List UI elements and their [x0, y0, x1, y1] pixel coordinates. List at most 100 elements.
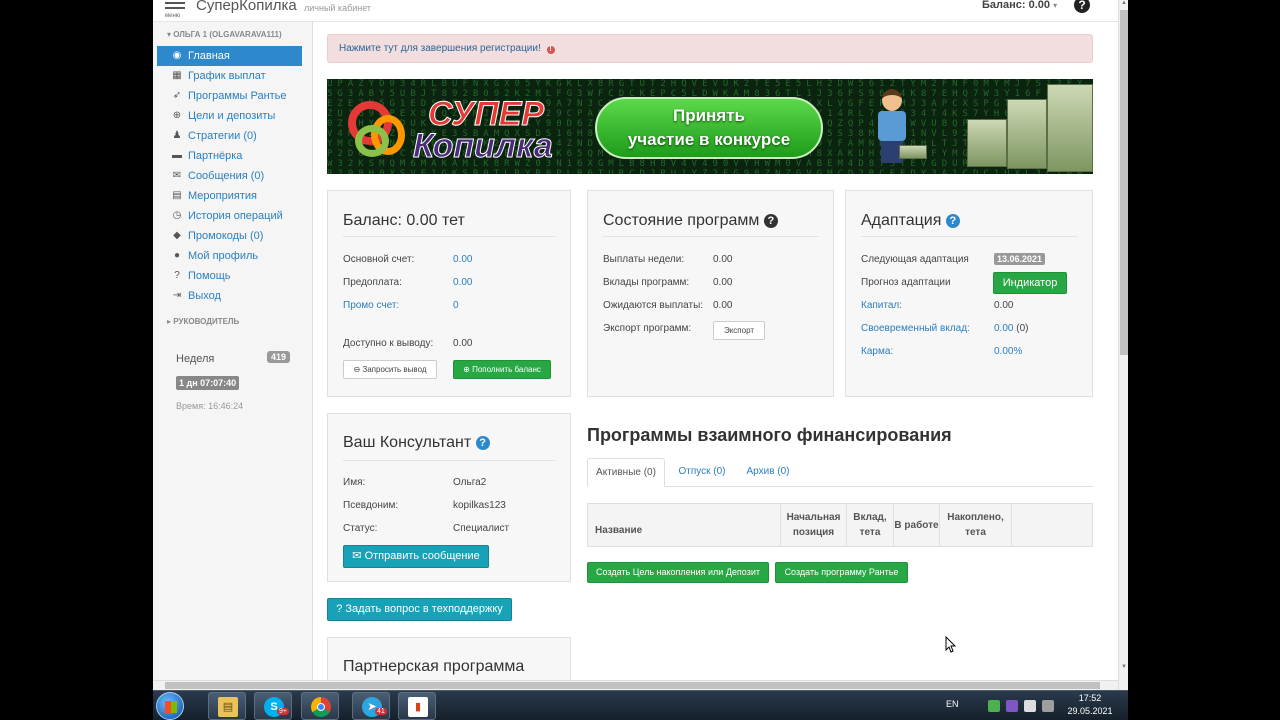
sidebar-item[interactable]: ✉ Сообщения (0) — [157, 166, 302, 186]
scroll-down-arrow-icon[interactable]: ▼ — [1121, 664, 1127, 670]
brand-title[interactable]: СуперКопилка — [196, 0, 297, 14]
sidebar-item[interactable]: ● Мой профиль — [157, 246, 302, 266]
consultant-title-text: Ваш Консультант — [343, 434, 472, 451]
forecast-label: Прогноз адаптации — [861, 277, 951, 288]
menu-button[interactable]: меню — [163, 1, 187, 21]
start-button[interactable] — [156, 692, 184, 720]
karma-link[interactable]: Карма: — [861, 346, 893, 357]
promo-banner[interactable]: UPAZYD034RLBUFNXGX05YKGKLX8RGTUT2HQVEVUK… — [327, 79, 1093, 174]
question-circle-icon[interactable]: ? — [763, 214, 778, 228]
sidebar-item[interactable]: ▦ График выплат — [157, 66, 302, 86]
export-button[interactable]: Экспорт — [713, 321, 765, 340]
promo-account-value[interactable]: 0 — [453, 300, 459, 311]
column-header-accumulated: Накоплено, тета — [940, 504, 1012, 546]
taskbar-chrome[interactable] — [301, 692, 339, 720]
money-stack-icon — [899, 145, 927, 159]
indicator-button[interactable]: Индикатор — [993, 272, 1067, 294]
state-title: Состояние программ ? — [603, 212, 778, 230]
sidebar-item[interactable]: ▤ Мероприятия — [157, 186, 302, 206]
question-circle-icon[interactable]: ? — [475, 436, 490, 450]
sidebar-item-label: Мой профиль — [188, 250, 259, 262]
language-indicator[interactable]: EN — [946, 699, 959, 709]
sidebar-item[interactable]: ⊕ Цели и депозиты — [157, 106, 302, 126]
consultant-nick-label: Псевдоним: — [343, 500, 399, 511]
tab-archive[interactable]: Архив (0) — [739, 458, 797, 487]
scrollbar-thumb[interactable] — [1120, 10, 1128, 355]
taskbar-skype[interactable]: S 9+ — [254, 692, 292, 720]
sidebar-item[interactable]: ⇥ Выход — [157, 286, 302, 306]
hscrollbar-thumb[interactable] — [165, 682, 1100, 689]
prepay-value[interactable]: 0.00 — [453, 277, 472, 288]
create-goal-button[interactable]: Создать Цель накопления или Депозит — [587, 562, 769, 583]
sidebar-manager-heading[interactable]: ▸ РУКОВОДИТЕЛЬ — [167, 317, 239, 326]
programs-table: Название Начальная позиция Вклад, тета В… — [587, 503, 1093, 547]
withdraw-button[interactable]: ⊖ Запросить вывод — [343, 360, 437, 379]
sidebar-item-label: Программы Рантье — [188, 90, 287, 102]
timely-deposit-amount[interactable]: 0.00 — [994, 323, 1013, 334]
vertical-scrollbar[interactable]: ▲ ▼ — [1118, 0, 1128, 690]
create-rentier-button[interactable]: Создать программу Рантье — [775, 562, 908, 583]
tab-active[interactable]: Активные (0) — [587, 458, 665, 487]
horizontal-scrollbar[interactable] — [153, 680, 1118, 690]
program-tabs: Активные (0) Отпуск (0) Архив (0) — [587, 458, 1093, 487]
scroll-up-arrow-icon[interactable]: ▲ — [1121, 0, 1127, 6]
network-tray-icon[interactable] — [1042, 700, 1054, 712]
sidebar-item[interactable]: ▬ Партнёрка — [157, 146, 302, 166]
registration-alert[interactable]: Нажмите тут для завершения регистрации! … — [327, 34, 1093, 63]
recorder-icon: ▮ — [408, 697, 428, 717]
program-state-panel: Состояние программ ? Выплаты недели: 0.0… — [587, 190, 834, 397]
main-account-value[interactable]: 0.00 — [453, 254, 472, 265]
sidebar-item[interactable]: ◷ История операций — [157, 206, 302, 226]
prepay-label: Предоплата: — [343, 277, 402, 288]
divider — [343, 236, 556, 237]
clock-date[interactable]: 29.05.2021 — [1061, 706, 1119, 716]
countdown-badge: 1 дн 07:07:40 — [176, 376, 240, 390]
sidebar-item[interactable]: ♟ Стратегии (0) — [157, 126, 302, 146]
telegram-badge: 41 — [375, 708, 387, 715]
question-circle-icon: ? — [336, 603, 343, 615]
tab-vacation[interactable]: Отпуск (0) — [671, 458, 733, 487]
help-icon[interactable]: ? — [1074, 0, 1090, 13]
consultant-status-label: Статус: — [343, 523, 378, 534]
programs-title: Программы взаимного финансирования — [587, 425, 952, 445]
weekly-payouts-value: 0.00 — [713, 254, 733, 265]
program-deposits-label: Вклады программ: — [603, 277, 690, 288]
taskbar-explorer[interactable]: ▤ — [208, 692, 246, 720]
sidebar-item-label: Помощь — [188, 270, 231, 282]
sidebar-item[interactable]: ◆ Промокоды (0) — [157, 226, 302, 246]
clock-time[interactable]: 17:52 — [1065, 693, 1115, 703]
flag-tray-icon[interactable] — [1024, 700, 1036, 712]
sidebar-item[interactable]: ◉ Главная — [157, 46, 302, 66]
taskbar-telegram[interactable]: ➤ 41 — [352, 692, 390, 720]
adaptation-title-text: Адаптация — [861, 212, 942, 229]
calendar-icon: ▦ — [172, 70, 182, 81]
exclamation-icon: ! — [546, 46, 555, 54]
pen-tray-icon[interactable] — [1006, 700, 1018, 712]
topup-button[interactable]: ⊕ Пополнить баланс — [453, 360, 551, 379]
contest-cta-button[interactable]: Принять участие в конкурсе — [595, 97, 823, 159]
mouse-cursor-icon — [945, 636, 957, 653]
expected-payouts-label: Ожидаются выплаты: — [603, 300, 704, 311]
header-balance-dropdown[interactable]: Баланс: 0.00 ▾ — [982, 0, 1057, 11]
promo-account-link[interactable]: Промо счет: — [343, 300, 399, 311]
timely-deposit-link[interactable]: Своевременный вклад: — [861, 323, 970, 334]
sidebar-item[interactable]: ? Помощь — [157, 266, 302, 286]
column-header-in-work: В работе — [894, 504, 940, 546]
sidebar-user-name: ОЛЬГА 1 (OLGAVARAVA111) — [173, 30, 282, 39]
adaptation-panel: Адаптация ? Следующая адаптация 13.06.20… — [845, 190, 1093, 397]
sidebar-item-label: Главная — [188, 50, 230, 62]
money-stack-icon — [1047, 84, 1093, 172]
question-circle-icon[interactable]: ? — [945, 214, 960, 228]
chrome-tray-icon[interactable] — [988, 700, 1000, 712]
dashboard-icon: ◉ — [172, 50, 182, 61]
capital-link[interactable]: Капитал: — [861, 300, 902, 311]
sidebar-item-label: Цели и депозиты — [188, 110, 276, 122]
capital-value: 0.00 — [994, 300, 1014, 311]
divider — [603, 236, 819, 237]
support-button[interactable]: ? Задать вопрос в техподдержку — [327, 598, 512, 621]
send-message-button[interactable]: ✉ Отправить сообщение — [343, 545, 489, 568]
taskbar-recorder[interactable]: ▮ — [398, 692, 436, 720]
sidebar-item[interactable]: ➶ Программы Рантье — [157, 86, 302, 106]
divider — [343, 460, 556, 461]
sidebar-user-heading[interactable]: ▾ ОЛЬГА 1 (OLGAVARAVA111) — [167, 30, 282, 39]
